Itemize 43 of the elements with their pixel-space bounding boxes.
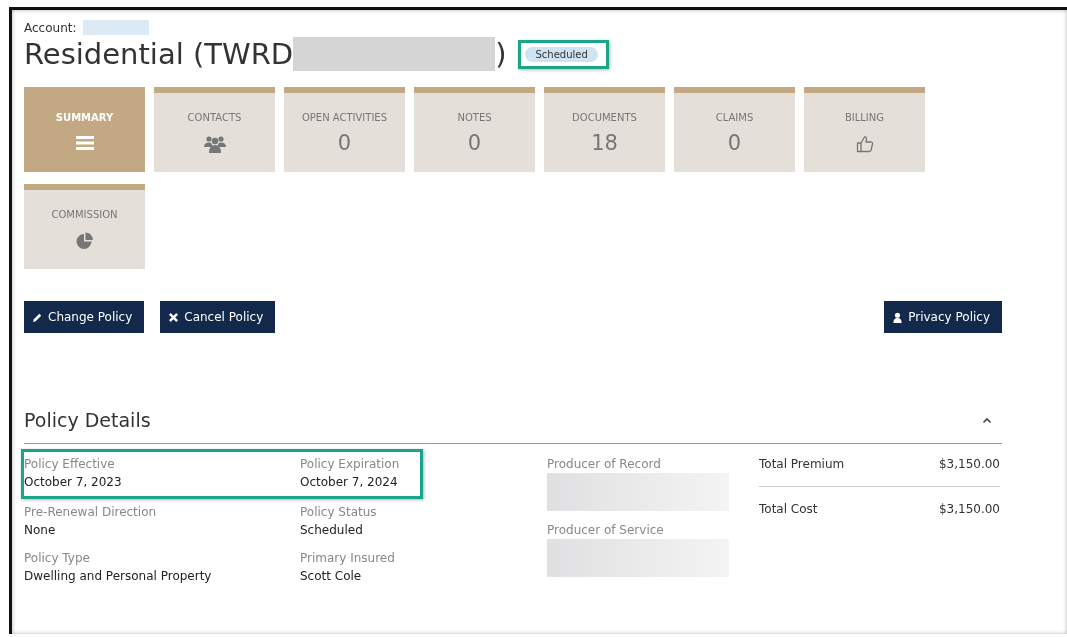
person-icon [892,311,904,323]
field-label: Policy Effective [24,457,116,471]
field-value: Scheduled [300,523,364,537]
field-label: Policy Type [24,551,91,565]
section-title: Policy Details [24,409,151,431]
summary-tile[interactable]: CONTACTS [154,87,275,172]
total-value: $3,150.00 [938,457,1000,471]
summary-tile[interactable]: SUMMARY [24,87,145,172]
page-title: ) [495,37,507,71]
field-value: None [24,523,57,537]
summary-tile[interactable]: CLAIMS 0 [674,87,795,172]
field-value: Dwelling and Personal Property [24,569,213,583]
close-icon [168,311,180,323]
field-value: October 7, 2024 [300,475,399,489]
thumbs-up-icon [855,135,874,153]
summary-tile[interactable]: COMMISSION [24,184,145,269]
total-value: $3,150.00 [938,502,1000,516]
menu-icon [75,135,94,151]
redacted-block [82,20,149,35]
field-label: Producer of Service [547,523,665,537]
summary-tile[interactable]: OPEN ACTIVITIES 0 [284,87,405,172]
summary-tile[interactable]: BILLING [804,87,925,172]
field-label: Primary Insured [300,551,396,565]
field-label: Policy Status [300,505,378,519]
action-button[interactable]: Cancel Policy [160,301,276,333]
action-button[interactable]: Change Policy [24,301,145,333]
pie-chart-icon [75,232,94,250]
pencil-icon [32,311,43,323]
people-icon [203,135,226,153]
status-badge: Scheduled [525,46,598,62]
field-label: Pre-Renewal Direction [24,505,158,519]
total-label: Total Premium [759,457,845,471]
summary-tile[interactable]: NOTES 0 [414,87,535,172]
field-label: Policy Expiration [300,457,401,471]
action-button[interactable]: Privacy Policy [884,301,1002,333]
summary-tile[interactable]: DOCUMENTS 18 [544,87,665,172]
field-label: Producer of Record [547,457,662,471]
field-value: October 7, 2023 [24,475,123,489]
page-title: Residential (TWRD [24,37,294,71]
caret-icon [982,416,992,424]
total-label: Total Cost [759,502,818,516]
field-value: Scott Cole [300,569,363,583]
account-label: Account: [24,20,77,35]
